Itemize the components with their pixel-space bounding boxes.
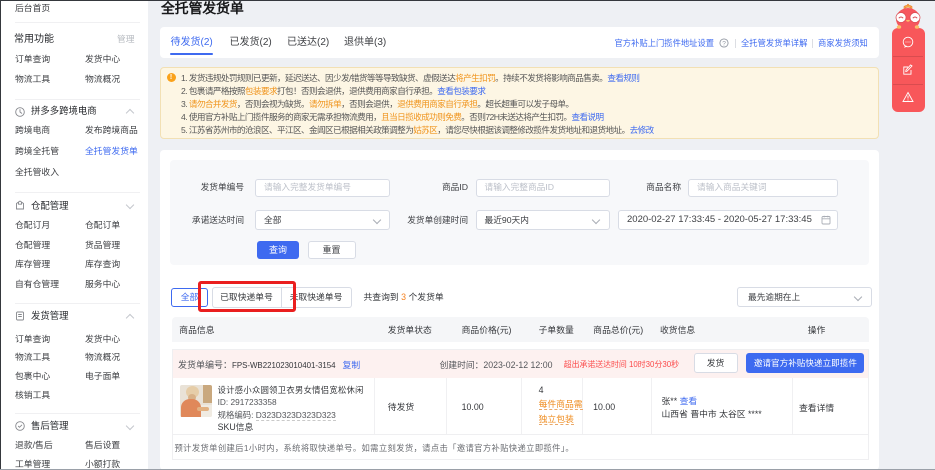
svg-text:?: ? [722,40,726,47]
